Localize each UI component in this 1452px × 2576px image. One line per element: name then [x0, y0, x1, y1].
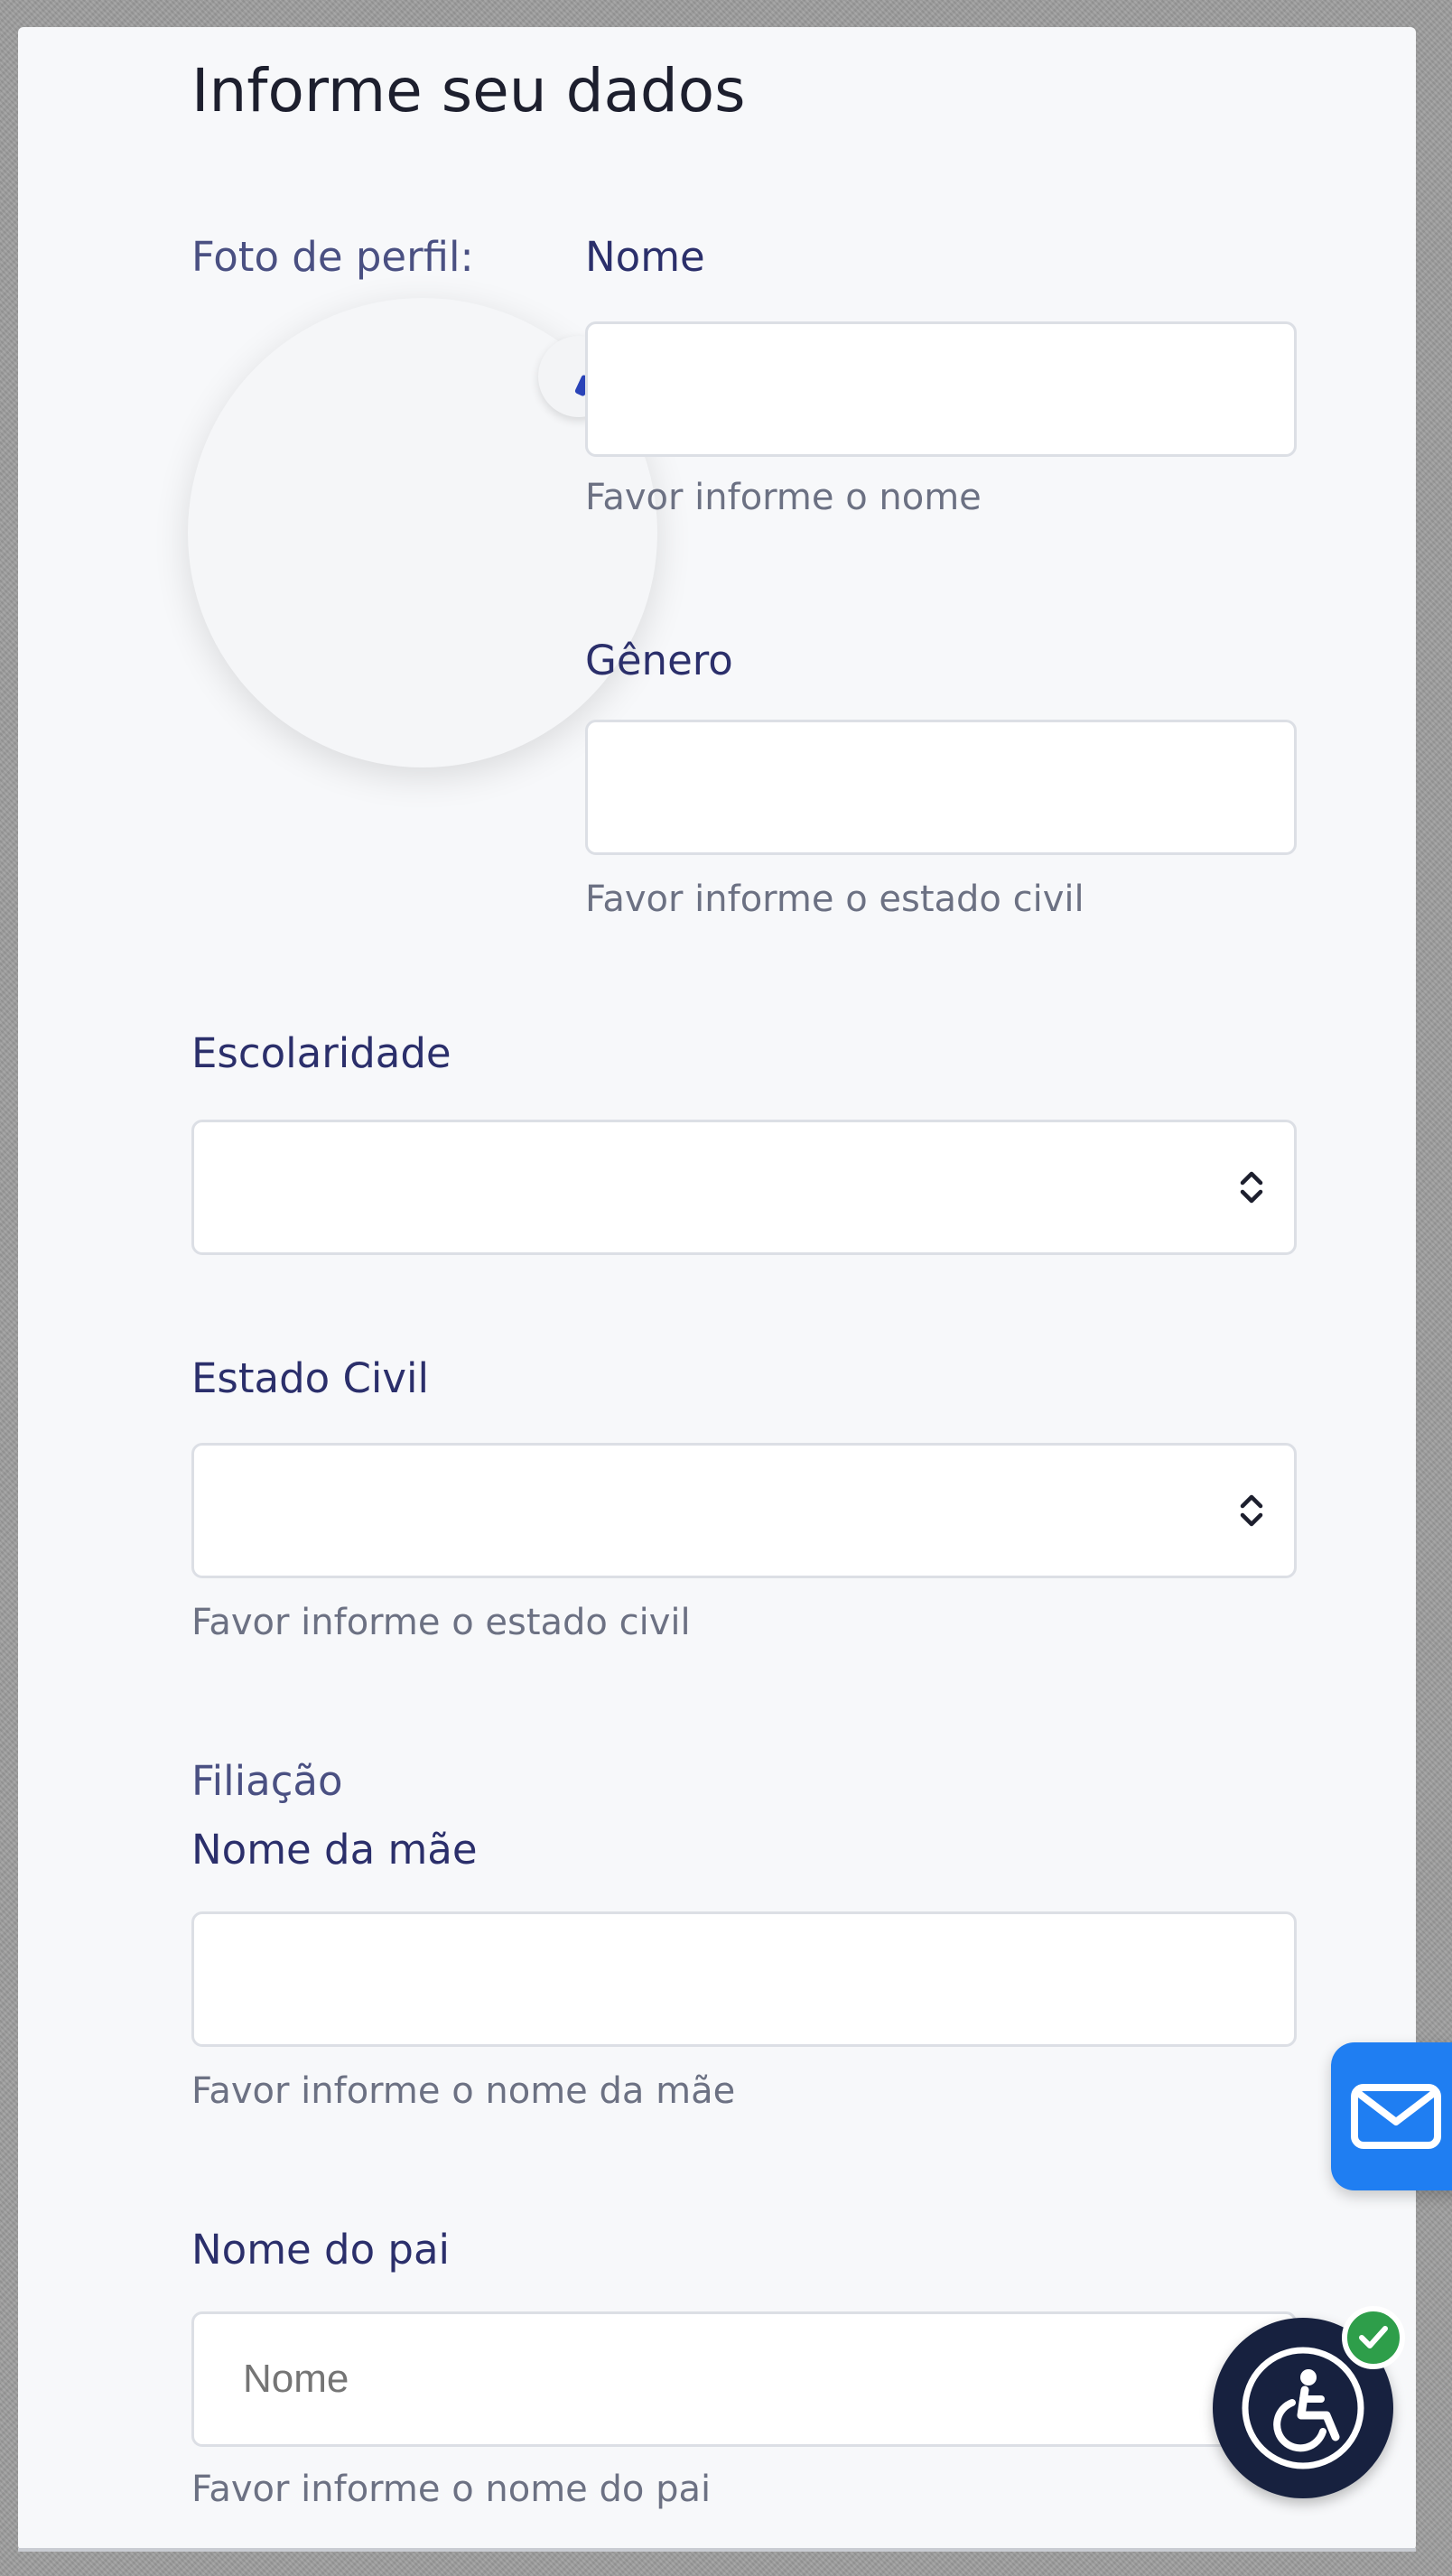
- estado-civil-hint: Favor informe o estado civil: [191, 1602, 691, 1643]
- chevron-updown-icon: [1240, 1494, 1263, 1527]
- estado-civil-label: Estado Civil: [191, 1354, 430, 1402]
- chevron-updown-icon: [1240, 1171, 1263, 1204]
- profile-photo-label: Foto de perfil:: [191, 233, 474, 281]
- nome-input[interactable]: [585, 321, 1297, 457]
- page-title: Informe seu dados: [191, 56, 746, 126]
- nome-mae-input[interactable]: [191, 1911, 1297, 2047]
- bottom-divider: [18, 2548, 1416, 2552]
- nome-pai-input[interactable]: [191, 2311, 1297, 2447]
- escolaridade-label: Escolaridade: [191, 1029, 451, 1077]
- genero-input[interactable]: [585, 720, 1297, 855]
- mail-icon: [1351, 2084, 1441, 2149]
- mail-button[interactable]: [1331, 2042, 1452, 2190]
- nome-mae-label: Nome da mãe: [191, 1826, 478, 1874]
- nome-pai-label: Nome do pai: [191, 2226, 451, 2274]
- escolaridade-select[interactable]: [191, 1120, 1297, 1255]
- wheelchair-icon: [1242, 2347, 1364, 2469]
- genero-hint: Favor informe o estado civil: [585, 879, 1084, 920]
- estado-civil-select[interactable]: [191, 1443, 1297, 1578]
- nome-label: Nome: [585, 233, 705, 281]
- check-icon: [1359, 2326, 1388, 2348]
- filiacao-label: Filiação: [191, 1757, 343, 1805]
- genero-label: Gênero: [585, 637, 733, 684]
- status-badge: [1342, 2306, 1405, 2369]
- nome-mae-hint: Favor informe o nome da mãe: [191, 2070, 736, 2112]
- nome-hint: Favor informe o nome: [585, 477, 982, 518]
- nome-pai-hint: Favor informe o nome do pai: [191, 2469, 712, 2510]
